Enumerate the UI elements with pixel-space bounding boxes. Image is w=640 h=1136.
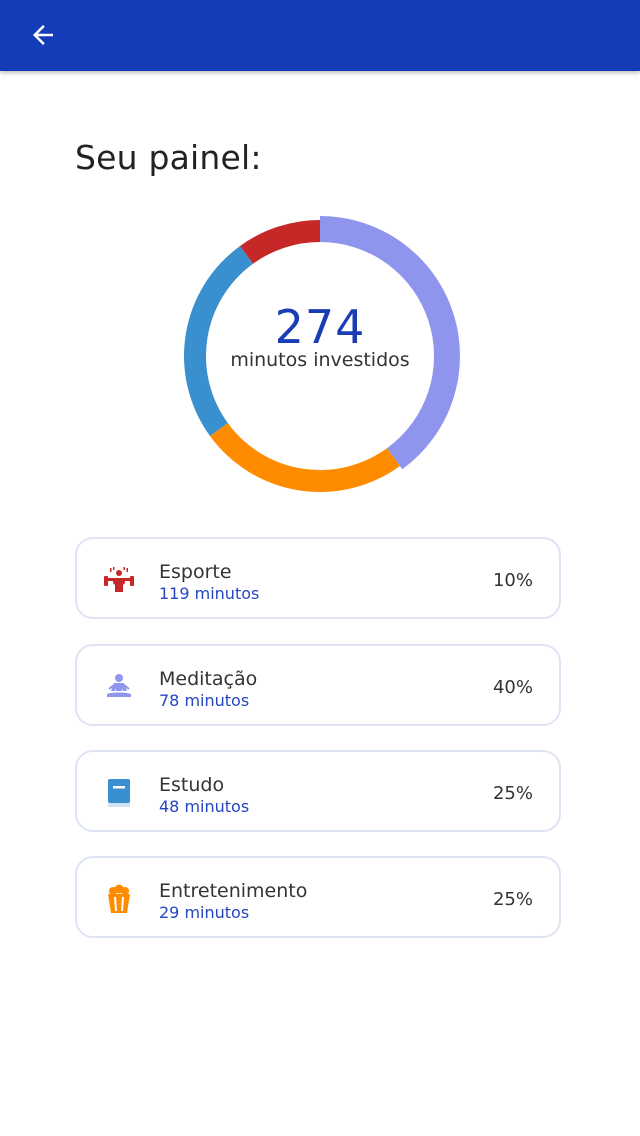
meditation-icon: [101, 672, 137, 702]
category-card-estudo[interactable]: Estudo 48 minutos 25%: [75, 750, 561, 832]
popcorn-icon: [101, 884, 137, 914]
category-minutes: 48 minutos: [159, 797, 250, 816]
category-percent: 40%: [492, 677, 533, 698]
category-percent: 10%: [492, 570, 533, 591]
weightlifter-icon: [101, 565, 137, 595]
category-name: Entretenimento: [159, 880, 308, 902]
category-card-meditacao[interactable]: Meditação 78 minutos 40%: [75, 644, 561, 726]
donut-slice-esporte: [240, 220, 320, 264]
category-name: Estudo: [159, 774, 225, 796]
total-minutes-value: 274: [274, 300, 366, 354]
category-card-esporte[interactable]: Esporte 119 minutos 10%: [75, 537, 561, 619]
book-icon: [101, 778, 137, 808]
app-bar: [0, 0, 640, 71]
page-title: Seu painel:: [75, 138, 262, 177]
time-donut-chart: 274 minutos investidos: [160, 216, 496, 496]
arrow-back-icon: [33, 25, 53, 45]
donut-slice-entretenimento: [209, 423, 400, 493]
category-card-entretenimento[interactable]: Entretenimento 29 minutos 25%: [75, 856, 561, 938]
category-percent: 25%: [492, 889, 533, 910]
category-minutes: 119 minutos: [159, 584, 260, 603]
total-minutes-label: minutos investidos: [230, 349, 410, 371]
category-name: Esporte: [159, 561, 232, 583]
category-name: Meditação: [159, 668, 258, 690]
back-button[interactable]: [22, 14, 64, 56]
category-minutes: 78 minutos: [159, 691, 250, 710]
category-percent: 25%: [492, 783, 533, 804]
category-minutes: 29 minutos: [159, 903, 250, 922]
